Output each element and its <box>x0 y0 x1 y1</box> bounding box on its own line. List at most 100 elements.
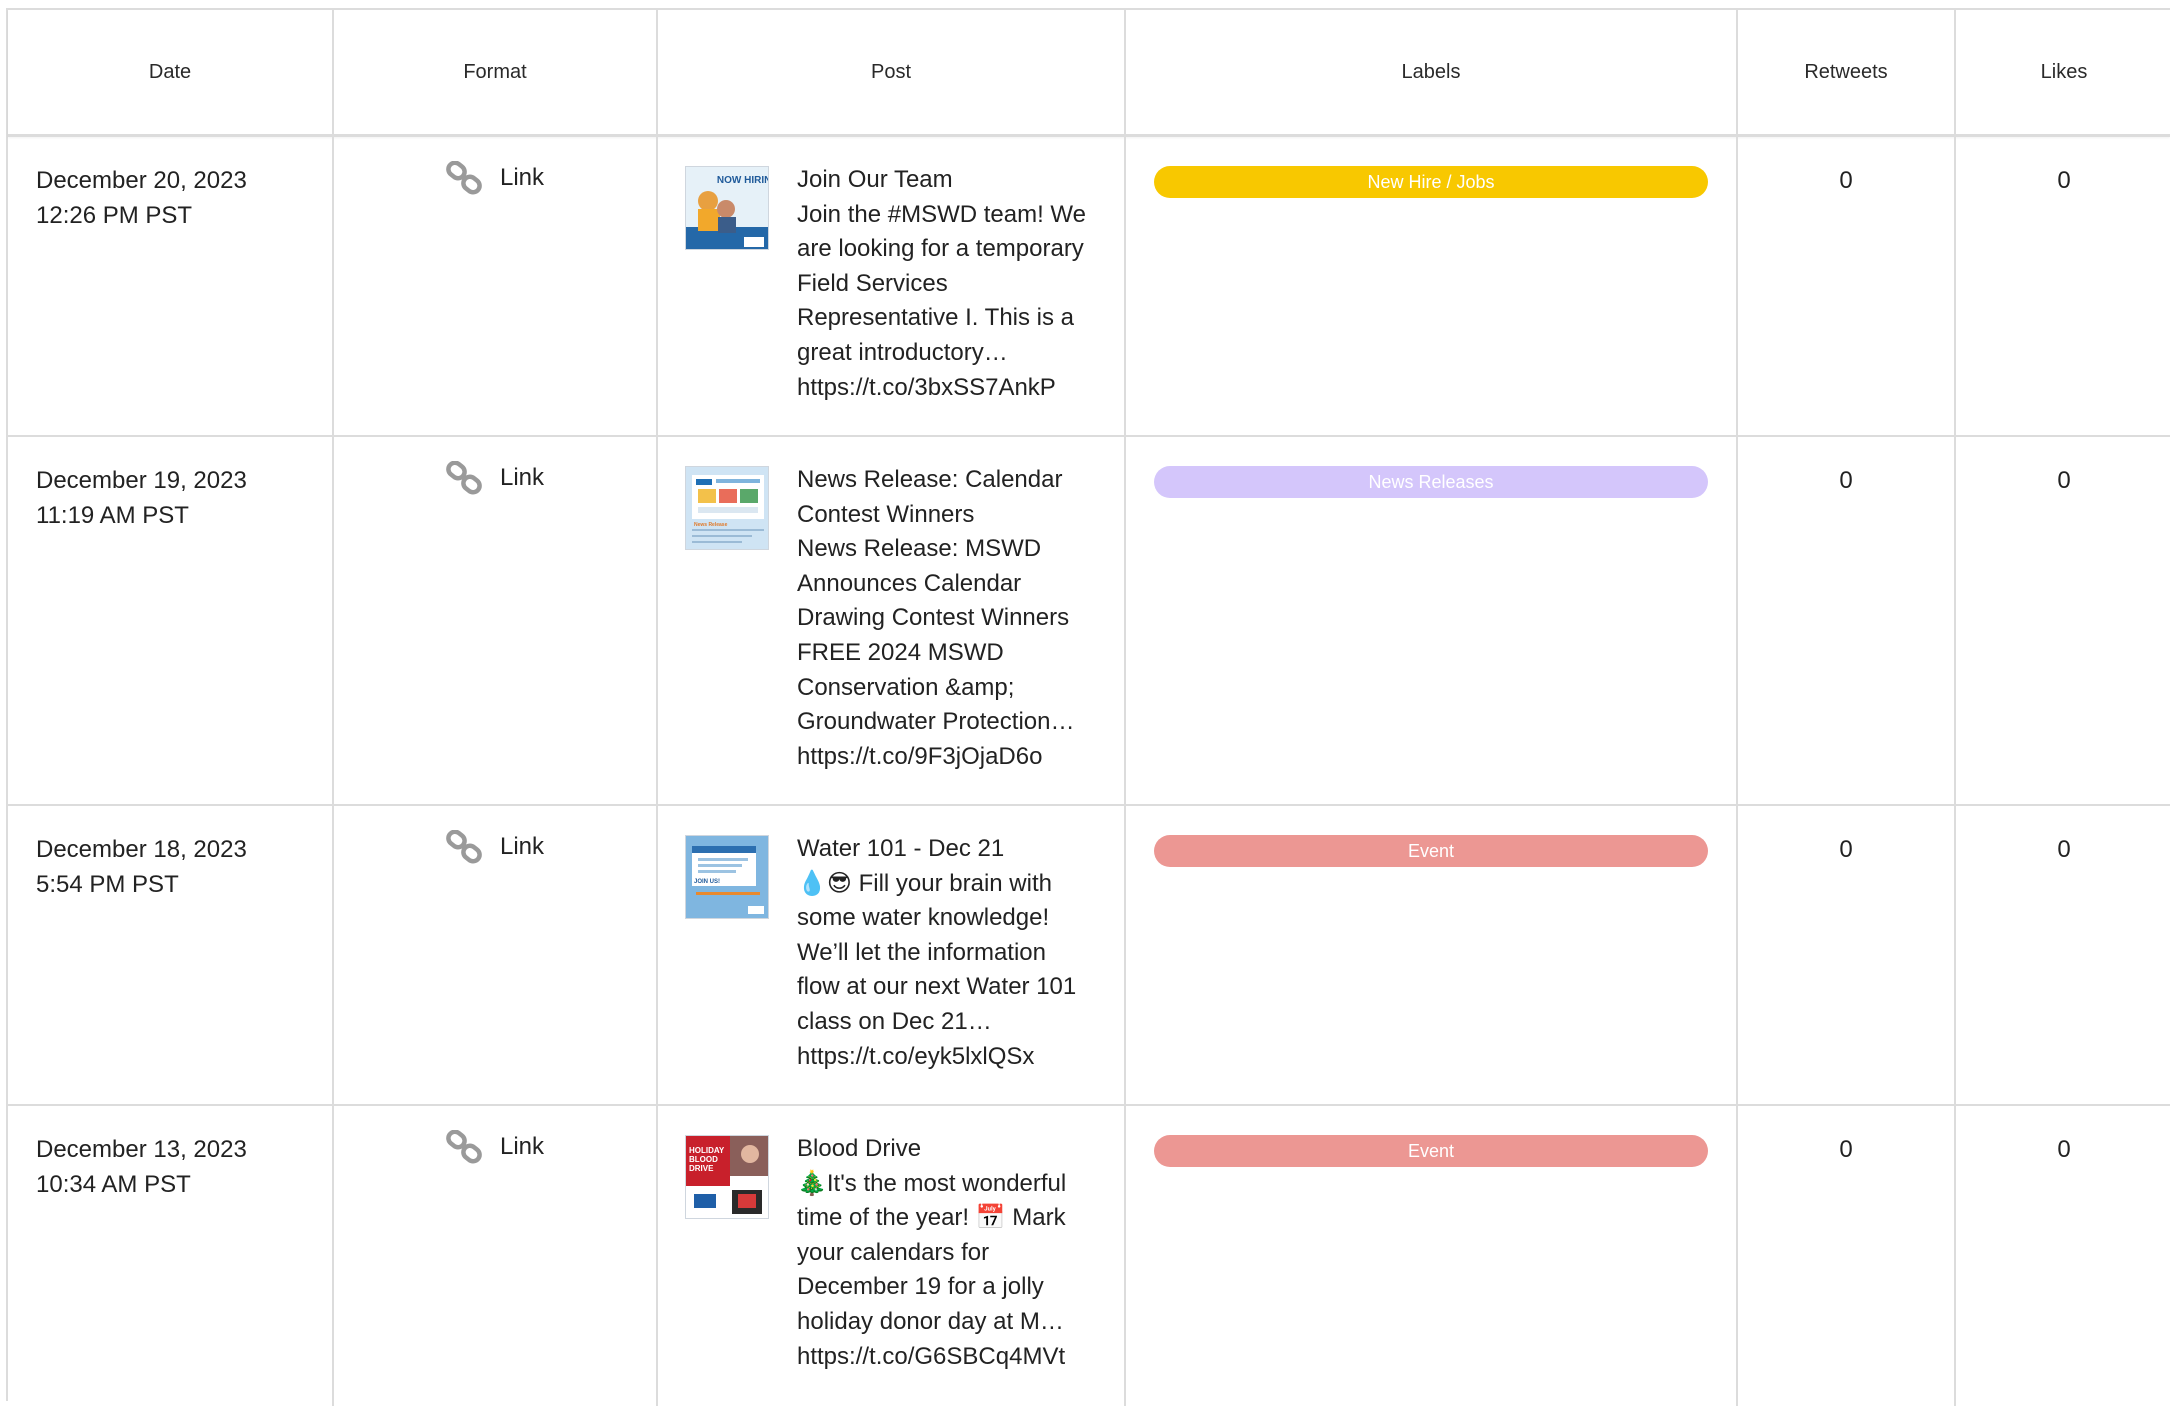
post-line: Announces Calendar <box>797 569 1022 597</box>
post-line: Join the #MSWD team! We <box>797 200 1086 228</box>
post-line: Representative I. This is a <box>797 304 1075 332</box>
link-icon <box>446 1130 482 1164</box>
likes-cell: 0 <box>1956 1106 2170 1406</box>
post-date: December 20, 2023 12:26 PM PST <box>36 163 247 233</box>
post-cell: News Release News Release: Calendar Cont… <box>658 437 1126 804</box>
retweets-count: 0 <box>1839 836 1853 863</box>
post-date: December 13, 2023 10:34 AM PST <box>36 1132 247 1202</box>
link-icon <box>446 830 482 864</box>
thumb-text: News Release <box>694 522 728 528</box>
labels-cell: Event <box>1126 806 1738 1104</box>
post-text: Water 101 - Dec 21 💧😎 Fill your brain wi… <box>797 832 1097 1074</box>
format-cell: Link <box>334 137 658 435</box>
post-line: great introductory… <box>797 338 1008 366</box>
post-date-time: 11:19 AM PST <box>36 502 189 529</box>
column-header-post[interactable]: Post <box>658 10 1126 134</box>
retweets-cell: 0 <box>1738 137 1956 435</box>
column-header-labels[interactable]: Labels <box>1126 10 1738 134</box>
post-text: News Release: Calendar Contest Winners N… <box>797 463 1097 774</box>
likes-count: 0 <box>2057 836 2071 863</box>
label-badge[interactable]: News Releases <box>1154 466 1708 498</box>
water-101-thumbnail-image: JOIN US! <box>686 836 768 918</box>
column-header-likes[interactable]: Likes <box>1956 10 2170 134</box>
label-badge[interactable]: Event <box>1154 835 1708 867</box>
post-date: December 18, 2023 5:54 PM PST <box>36 832 247 902</box>
post-link[interactable]: https://t.co/9F3jOjaD6o <box>797 740 1097 775</box>
blood-drive-thumbnail-image: HOLIDAY BLOOD DRIVE <box>686 1136 768 1218</box>
labels-cell: News Releases <box>1126 437 1738 804</box>
news-release-thumbnail-image: News Release <box>686 467 768 549</box>
format-cell: Link <box>334 437 658 804</box>
post-date-day: December 18, 2023 <box>36 836 247 863</box>
retweets-count: 0 <box>1839 167 1853 194</box>
labels-cell: New Hire / Jobs <box>1126 137 1738 435</box>
post-thumbnail[interactable]: News Release <box>685 466 769 550</box>
link-icon <box>446 161 482 195</box>
table-row: December 18, 2023 5:54 PM PST Link JOIN … <box>8 806 2170 1106</box>
table-header: Date Format Post Labels Retweets Likes <box>8 10 2170 137</box>
post-line: holiday donor day at M… <box>797 1307 1064 1335</box>
retweets-count: 0 <box>1839 1136 1853 1163</box>
post-line: December 19 for a jolly <box>797 1273 1044 1301</box>
date-cell: December 18, 2023 5:54 PM PST <box>8 806 334 1104</box>
post-title: Blood Drive <box>797 1135 922 1162</box>
post-link[interactable]: https://t.co/G6SBCq4MVt <box>797 1340 1097 1375</box>
post-cell: JOIN US! Water 101 - Dec 21 💧😎 Fill your… <box>658 806 1126 1104</box>
column-header-date[interactable]: Date <box>8 10 334 134</box>
post-line: your calendars for <box>797 1238 990 1266</box>
post-date: December 19, 2023 11:19 AM PST <box>36 463 247 533</box>
post-line: some water knowledge! <box>797 904 1050 932</box>
table-row: December 20, 2023 12:26 PM PST Link NOW … <box>8 137 2170 437</box>
post-line: class on Dec 21… <box>797 1007 992 1035</box>
format-label: Link <box>499 164 545 191</box>
format-label: Link <box>499 464 545 491</box>
table-row: December 13, 2023 10:34 AM PST Link HOLI… <box>8 1106 2170 1406</box>
post-link[interactable]: https://t.co/3bxSS7AnkP <box>797 371 1097 406</box>
column-header-retweets[interactable]: Retweets <box>1738 10 1956 134</box>
post-thumbnail[interactable]: HOLIDAY BLOOD DRIVE <box>685 1135 769 1219</box>
post-line: 💧😎 Fill your brain with <box>797 869 1052 897</box>
likes-cell: 0 <box>1956 806 2170 1104</box>
likes-count: 0 <box>2057 467 2071 494</box>
post-date-day: December 20, 2023 <box>36 167 247 194</box>
post-line: Conservation &amp; <box>797 673 1015 701</box>
post-line: are looking for a temporary <box>797 235 1084 263</box>
format-cell: Link <box>334 1106 658 1406</box>
post-thumbnail[interactable]: NOW HIRING <box>685 166 769 250</box>
label-badge[interactable]: New Hire / Jobs <box>1154 166 1708 198</box>
labels-cell: Event <box>1126 1106 1738 1406</box>
post-line: time of the year! 📅 Mark <box>797 1204 1066 1232</box>
post-line: Field Services <box>797 269 948 297</box>
post-line: Drawing Contest Winners <box>797 604 1070 632</box>
hiring-thumbnail-image: NOW HIRING <box>686 167 768 249</box>
post-line: 🎄It's the most wonderful <box>797 1169 1067 1197</box>
likes-cell: 0 <box>1956 137 2170 435</box>
post-text: Join Our Team Join the #MSWD team! We ar… <box>797 163 1097 405</box>
post-line: Groundwater Protection… <box>797 708 1075 736</box>
post-date-day: December 13, 2023 <box>36 1136 247 1163</box>
post-date-time: 12:26 PM PST <box>36 202 193 229</box>
post-title: News Release: Calendar <box>797 466 1063 493</box>
post-cell: NOW HIRING Join Our Team Join the #MSWD … <box>658 137 1126 435</box>
format-label: Link <box>499 1133 545 1160</box>
post-line: We’ll let the information <box>797 938 1046 966</box>
retweets-cell: 0 <box>1738 437 1956 804</box>
post-link[interactable]: https://t.co/eyk5lxlQSx <box>797 1040 1097 1075</box>
likes-count: 0 <box>2057 1136 2071 1163</box>
retweets-count: 0 <box>1839 467 1853 494</box>
likes-cell: 0 <box>1956 437 2170 804</box>
likes-count: 0 <box>2057 167 2071 194</box>
post-cell: HOLIDAY BLOOD DRIVE Blood Drive 🎄It's th… <box>658 1106 1126 1406</box>
post-thumbnail[interactable]: JOIN US! <box>685 835 769 919</box>
post-date-day: December 19, 2023 <box>36 467 247 494</box>
column-header-format[interactable]: Format <box>334 10 658 134</box>
post-text: Blood Drive 🎄It's the most wonderful tim… <box>797 1132 1097 1374</box>
format-label: Link <box>499 833 545 860</box>
format-cell: Link <box>334 806 658 1104</box>
date-cell: December 13, 2023 10:34 AM PST <box>8 1106 334 1406</box>
retweets-cell: 0 <box>1738 1106 1956 1406</box>
post-title: Contest Winners <box>797 500 975 528</box>
post-line: FREE 2024 MSWD <box>797 638 1004 666</box>
label-badge[interactable]: Event <box>1154 1135 1708 1167</box>
link-icon <box>446 461 482 495</box>
